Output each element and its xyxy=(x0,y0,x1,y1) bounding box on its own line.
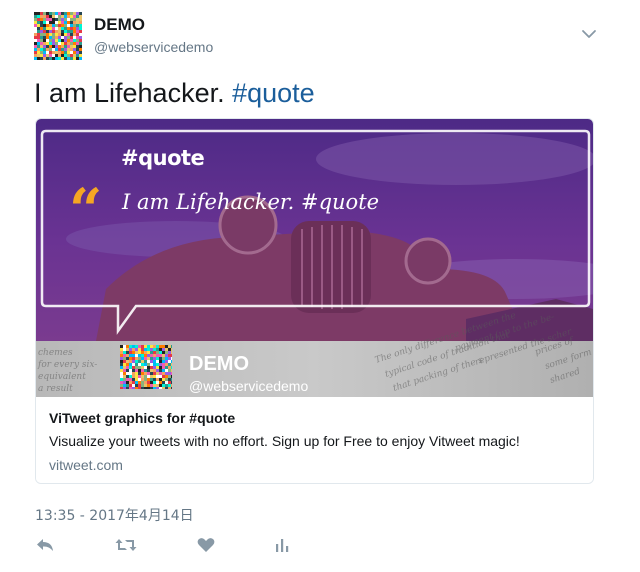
svg-text:chemes: chemes xyxy=(38,348,73,358)
like-button[interactable] xyxy=(195,536,217,554)
card-description: Visualize your tweets with no effort. Si… xyxy=(49,433,520,449)
card-title[interactable]: ViTweet graphics for #quote xyxy=(49,410,235,426)
svg-text:for every six-: for every six- xyxy=(37,360,97,370)
like-icon xyxy=(197,538,215,552)
display-name[interactable]: DEMO xyxy=(94,15,145,35)
reply-icon xyxy=(37,539,53,551)
quote-bubble-title: #quote xyxy=(121,146,205,170)
hashtag-link[interactable]: #quote xyxy=(232,78,315,108)
card-domain[interactable]: vitweet.com xyxy=(49,457,123,473)
tweet-text: I am Lifehacker. #quote xyxy=(34,76,315,110)
quote-text: I am Lifehacker. #quote xyxy=(122,190,380,214)
analytics-icon xyxy=(276,539,289,552)
analytics-button[interactable] xyxy=(271,536,293,554)
tweet-text-plain: I am Lifehacker. xyxy=(34,78,233,108)
avatar[interactable] xyxy=(34,12,82,60)
card-image[interactable]: chemes for every six-equivalent a result T… xyxy=(36,119,593,397)
username-handle[interactable]: @webservicedemo xyxy=(94,39,213,55)
chevron-down-icon[interactable] xyxy=(581,28,597,40)
author-name: DEMO xyxy=(189,353,249,375)
card-body[interactable]: ViTweet graphics for #quote Visualize yo… xyxy=(36,397,593,483)
svg-text:a result: a result xyxy=(38,384,73,394)
tweet-timestamp[interactable]: 13:35 - 2017年4月14日 xyxy=(35,505,194,525)
reply-button[interactable] xyxy=(34,536,56,554)
author-handle: @webservicedemo xyxy=(189,378,309,394)
retweet-button[interactable] xyxy=(115,536,137,554)
link-card[interactable]: chemes for every six-equivalent a result T… xyxy=(35,118,594,484)
quote-mark-icon: “ xyxy=(69,176,103,244)
retweet-icon xyxy=(115,539,137,551)
svg-text:equivalent: equivalent xyxy=(38,372,86,382)
author-avatar xyxy=(120,345,172,389)
